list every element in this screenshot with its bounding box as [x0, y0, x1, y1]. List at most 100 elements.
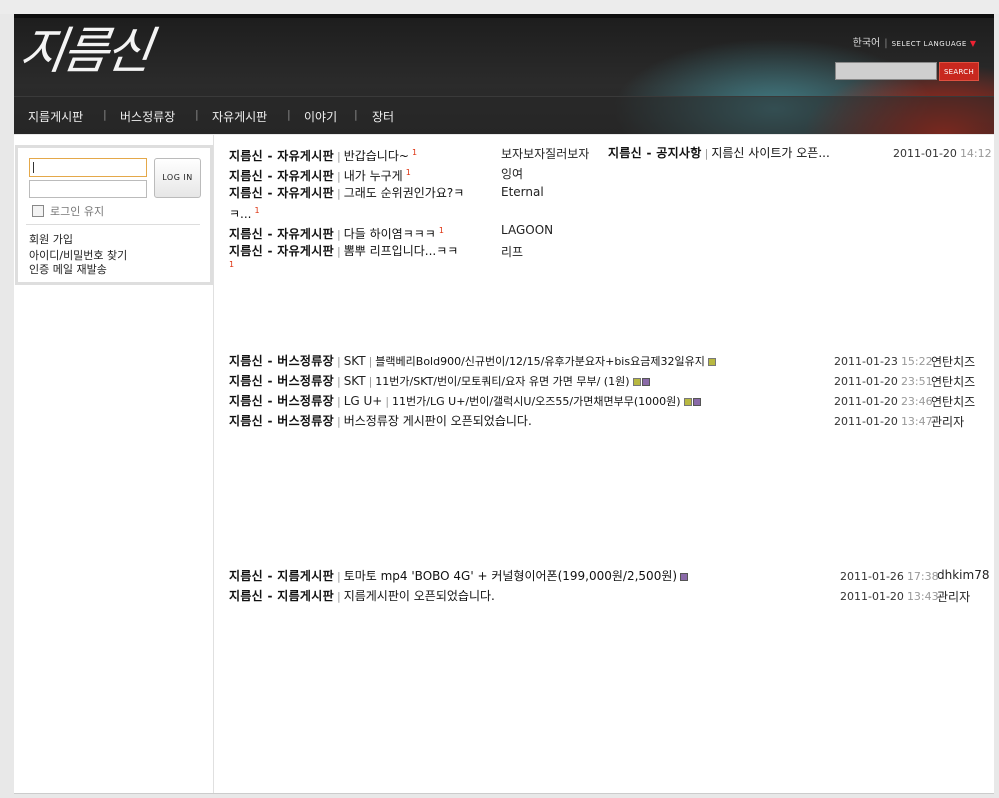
board-name[interactable]: 지름신 - 자유게시판: [229, 149, 334, 163]
user-id-input[interactable]: [29, 158, 147, 177]
list-item-wrap: ㅋ... 1: [229, 203, 260, 222]
post-author[interactable]: 리프: [501, 243, 523, 260]
board-name[interactable]: 지름신 - 지름게시판: [229, 589, 334, 603]
keep-login-checkbox[interactable]: [32, 205, 44, 217]
post-title[interactable]: 블랙베리Bold900/신규번이/12/15/유후가분요자+bis요금제32일유…: [375, 355, 705, 368]
post-title[interactable]: 토마토 mp4 'BOBO 4G' + 커널형이어폰(199,000원/2,50…: [344, 569, 677, 583]
login-button[interactable]: LOG IN: [154, 158, 201, 198]
file-attachment-icon: [692, 398, 701, 406]
resend-auth-mail-link[interactable]: 인증 메일 재발송: [29, 261, 107, 277]
site-logo[interactable]: 지름신: [16, 22, 153, 80]
post-author[interactable]: LAGOON: [501, 223, 553, 237]
post-author[interactable]: 연탄치즈: [931, 353, 975, 370]
browser-top-strip: [0, 0, 999, 14]
select-language-link[interactable]: SELECT LANGUAGE: [892, 40, 967, 48]
nav-item-market[interactable]: 장터: [372, 108, 394, 125]
pipe-separator: |: [336, 187, 341, 200]
chevron-down-icon[interactable]: ▼: [970, 39, 976, 48]
category-tag[interactable]: LG U+: [344, 394, 383, 408]
image-attachment-icon: [632, 378, 641, 386]
post-title[interactable]: 내가 누구게: [344, 169, 403, 183]
list-item: 지름신 - 자유게시판 | 다들 하이염ㅋㅋㅋ 1: [229, 223, 444, 243]
comment-count[interactable]: 1: [439, 226, 444, 235]
header-top-line: [14, 14, 994, 18]
pipe-separator: |: [336, 375, 341, 388]
board-name[interactable]: 지름신 - 버스정류장: [229, 394, 334, 408]
post-author[interactable]: 보자보자질러보자: [501, 145, 589, 162]
notice-title[interactable]: 지름신 사이트가 오픈...: [711, 146, 829, 160]
list-item: 지름신 - 자유게시판 | 내가 누구게 1: [229, 165, 411, 185]
pipe-separator: |: [336, 570, 341, 583]
pipe-separator: |: [336, 355, 341, 368]
time-value: 23:51: [900, 375, 933, 388]
pipe-separator: |: [368, 375, 373, 388]
comment-count[interactable]: 1: [254, 206, 259, 215]
time-value: 17:38: [906, 570, 939, 583]
current-language[interactable]: 한국어: [853, 38, 881, 49]
list-item: 지름신 - 버스정류장 | SKT | 11번가/SKT/번이/모토쿼티/요자 유면 가…: [229, 373, 650, 390]
board-name[interactable]: 지름신 - 버스정류장: [229, 354, 334, 368]
post-author[interactable]: 연탄치즈: [931, 393, 975, 410]
post-title[interactable]: 그래도 순위권인가요?ㅋ: [344, 186, 465, 200]
post-title[interactable]: 다들 하이염ㅋㅋㅋ: [344, 227, 436, 241]
board-name[interactable]: 지름신 - 버스정류장: [229, 374, 334, 388]
category-tag[interactable]: SKT: [344, 354, 366, 368]
search-button[interactable]: SEARCH: [939, 62, 979, 81]
left-sidebar: LOG IN 로그인 유지 회원 가입 아이디/비밀번호 찾기 인증 메일 재발…: [14, 135, 214, 793]
post-author[interactable]: 관리자: [937, 588, 970, 605]
pipe-separator: |: [336, 228, 341, 241]
board-name[interactable]: 지름신 - 지름게시판: [229, 569, 334, 583]
category-tag[interactable]: SKT: [344, 374, 366, 388]
post-author[interactable]: Eternal: [501, 185, 544, 199]
post-title[interactable]: 11번가/LG U+/번이/갤럭시U/오즈55/가면채면부무(1000원): [392, 395, 681, 408]
keep-login[interactable]: 로그인 유지: [32, 203, 104, 219]
post-title[interactable]: 뽐뿌 리프입니다...ㅋㅋ: [344, 244, 459, 258]
date-value: 2011-01-20: [840, 590, 904, 603]
post-title[interactable]: 11번가/SKT/번이/모토쿼티/요자 유면 가면 무부/ (1원): [375, 375, 629, 388]
signup-link[interactable]: 회원 가입: [29, 231, 73, 247]
date-value: 2011-01-26: [840, 570, 904, 583]
board-name[interactable]: 지름신 - 버스정류장: [229, 414, 334, 428]
nav-item-buy-board[interactable]: 지름게시판: [28, 108, 83, 125]
login-divider: [26, 224, 200, 225]
board-name[interactable]: 지름신 - 자유게시판: [229, 227, 334, 241]
list-item: 지름신 - 자유게시판 | 반갑습니다~ 1: [229, 145, 417, 165]
pipe-separator: |: [336, 395, 341, 408]
time-value: 13:47: [900, 415, 933, 428]
post-author[interactable]: 관리자: [931, 413, 964, 430]
password-input[interactable]: [29, 180, 147, 198]
post-author[interactable]: 연탄치즈: [931, 373, 975, 390]
nav-item-free-board[interactable]: 자유게시판: [212, 108, 267, 125]
post-title[interactable]: 반갑습니다~: [344, 149, 409, 163]
post-title[interactable]: 버스정류장 게시판이 오픈되었습니다.: [344, 414, 532, 428]
post-title[interactable]: 지름게시판이 오픈되었습니다.: [344, 589, 495, 603]
pipe-separator: |: [336, 150, 341, 163]
date-value: 2011-01-20: [834, 375, 898, 388]
file-attachment-icon: [680, 573, 689, 581]
post-title-continued[interactable]: ㅋ...: [229, 207, 251, 221]
nav-item-story[interactable]: 이야기: [304, 108, 337, 125]
image-attachment-icon: [683, 398, 692, 406]
post-date: 2011-01-20 13:43: [840, 590, 939, 603]
list-item: 지름신 - 자유게시판 | 뽐뿌 리프입니다...ㅋㅋ: [229, 243, 458, 260]
board-name[interactable]: 지름신 - 자유게시판: [229, 244, 334, 258]
board-name[interactable]: 지름신 - 자유게시판: [229, 169, 334, 183]
comment-count[interactable]: 1: [229, 260, 234, 269]
comment-count[interactable]: 1: [412, 148, 417, 157]
pipe-separator: |: [336, 245, 341, 258]
search-input[interactable]: [835, 62, 937, 80]
nav-separator: |: [103, 108, 107, 121]
post-author[interactable]: dhkim78: [937, 568, 989, 582]
nav-item-bus-stop[interactable]: 버스정류장: [120, 108, 175, 125]
board-name[interactable]: 지름신 - 공지사항: [608, 146, 702, 160]
content-area: LOG IN 로그인 유지 회원 가입 아이디/비밀번호 찾기 인증 메일 재발…: [14, 135, 994, 793]
nav-separator: |: [195, 108, 199, 121]
post-author[interactable]: 잉여: [501, 165, 523, 182]
post-date: 2011-01-20 23:51: [834, 375, 933, 388]
board-name[interactable]: 지름신 - 자유게시판: [229, 186, 334, 200]
language-selector[interactable]: 한국어 | SELECT LANGUAGE ▼: [853, 34, 976, 49]
post-date: 2011-01-20 23:46: [834, 395, 933, 408]
comment-count[interactable]: 1: [406, 168, 411, 177]
pipe-separator: |: [385, 395, 390, 408]
list-item: 지름신 - 지름게시판 | 토마토 mp4 'BOBO 4G' + 커널형이어폰(1…: [229, 568, 689, 585]
